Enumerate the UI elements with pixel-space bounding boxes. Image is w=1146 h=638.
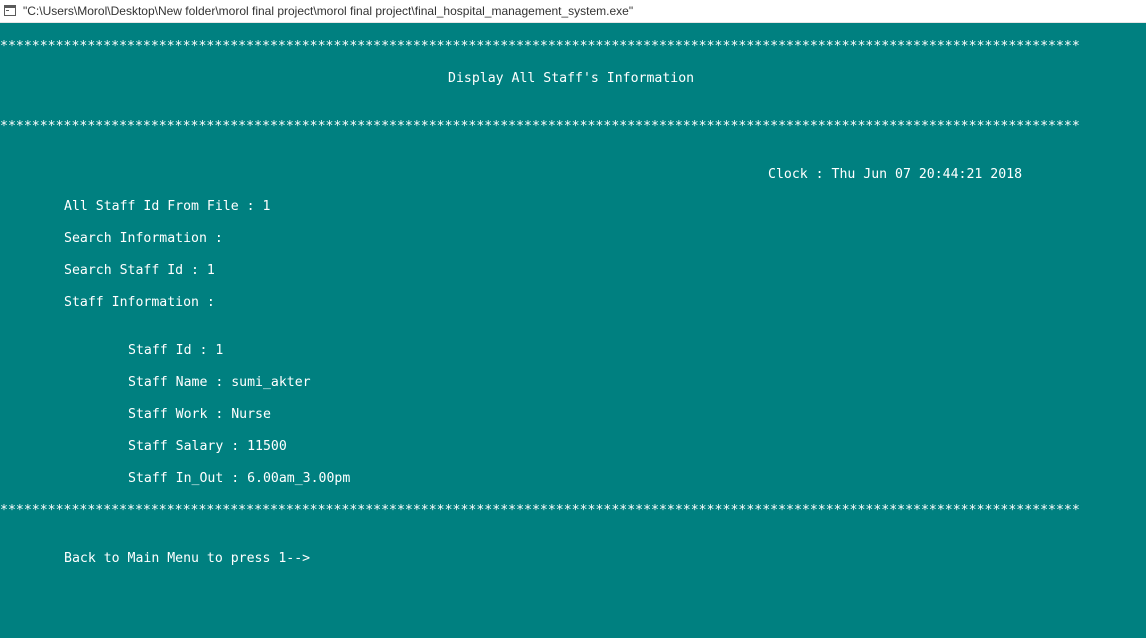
staff-name-line: Staff Name : sumi_akter	[128, 375, 311, 390]
window-titlebar[interactable]: "C:\Users\Morol\Desktop\New folder\morol…	[0, 0, 1146, 23]
clock-readout: Clock : Thu Jun 07 20:44:21 2018	[768, 167, 1023, 182]
separator-line-top: ****************************************…	[0, 39, 1080, 54]
staff-work-line: Staff Work : Nurse	[128, 407, 271, 422]
console-output: ****************************************…	[0, 23, 1146, 638]
console-window-icon	[4, 5, 16, 16]
all-staff-id-line: All Staff Id From File : 1	[64, 199, 271, 214]
search-staff-id-line: Search Staff Id : 1	[64, 263, 215, 278]
page-heading: Display All Staff's Information	[448, 71, 695, 86]
staff-id-line: Staff Id : 1	[128, 343, 224, 358]
staff-in-out-line: Staff In_Out : 6.00am_3.00pm	[128, 471, 351, 486]
staff-information-label: Staff Information :	[64, 295, 215, 310]
separator-line-bottom: ****************************************…	[0, 503, 1080, 518]
window-title: "C:\Users\Morol\Desktop\New folder\morol…	[23, 4, 634, 18]
main-menu-prompt[interactable]: Back to Main Menu to press 1-->	[64, 551, 310, 567]
staff-salary-line: Staff Salary : 11500	[128, 439, 287, 454]
separator-line-middle: ****************************************…	[0, 119, 1080, 134]
search-information-label: Search Information :	[64, 231, 223, 246]
